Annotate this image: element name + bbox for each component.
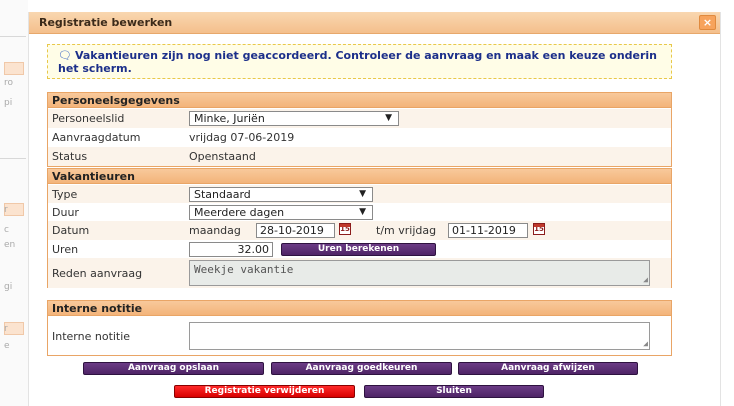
employee-label: Personeelslid — [52, 112, 125, 125]
background-text: r — [4, 205, 8, 215]
type-label: Type — [52, 188, 78, 201]
vacation-panel-heading: Vakantieuren — [48, 169, 671, 184]
request-date-row: Aanvraagdatum vrijdag 07-06-2019 — [48, 128, 671, 147]
status-value: Openstaand — [189, 150, 256, 163]
date-label: Datum — [52, 224, 90, 237]
approve-request-button[interactable]: Aanvraag goedkeuren — [271, 362, 452, 375]
employee-row: Personeelslid Minke, Juriën ▼ — [48, 109, 671, 128]
background-divider — [0, 158, 26, 159]
to-prefix: t/m vrijdag — [376, 224, 437, 237]
duration-row: Duur Meerdere dagen ▼ — [48, 203, 671, 221]
resize-grip-icon: ◢ — [643, 275, 648, 284]
notice-text: Vakantieuren zijn nog niet geaccordeerd.… — [58, 49, 658, 75]
background-text: c — [4, 225, 9, 235]
employee-select[interactable]: Minke, Juriën ▼ — [189, 111, 399, 126]
status-label: Status — [52, 150, 88, 163]
employee-select-value: Minke, Juriën — [194, 112, 265, 125]
status-row: Status Openstaand — [48, 147, 671, 166]
background-highlight — [4, 62, 24, 75]
date-row: Datum maandag 28-10-2019 15 t/m vrijdag … — [48, 221, 671, 240]
background-text: ro — [4, 78, 14, 88]
approval-notice: 🗨 Vakantieuren zijn nog niet geaccordeerd… — [47, 44, 672, 79]
chevron-down-icon: ▼ — [359, 189, 366, 199]
internal-note-panel: Interne notitie Interne notitie ◢ — [47, 300, 672, 356]
calculate-hours-button[interactable]: Uren berekenen — [281, 243, 436, 256]
info-icon: 🗨 — [58, 49, 72, 62]
edit-registration-dialog: Registratie bewerken × 🗨 Vakantieuren zij… — [28, 12, 721, 406]
background-divider — [0, 36, 26, 37]
close-button[interactable]: Sluiten — [364, 385, 544, 398]
calendar-icon[interactable]: 15 — [533, 223, 545, 235]
internal-note-heading: Interne notitie — [48, 301, 671, 316]
save-request-button[interactable]: Aanvraag opslaan — [83, 362, 264, 375]
internal-note-label: Interne notitie — [52, 330, 131, 343]
background-page: ro pi r c en gi r e — [0, 0, 28, 406]
background-text: pi — [4, 98, 13, 108]
delete-registration-button[interactable]: Registratie verwijderen — [174, 385, 355, 398]
employee-panel-heading: Personeelsgegevens — [48, 93, 671, 108]
reason-text: Weekje vakantie — [194, 263, 294, 276]
duration-label: Duur — [52, 206, 79, 219]
to-date-input[interactable]: 01-11-2019 — [448, 223, 528, 238]
chevron-down-icon: ▼ — [359, 207, 366, 217]
chevron-down-icon: ▼ — [385, 113, 392, 123]
internal-note-row: Interne notitie ◢ — [48, 317, 671, 355]
internal-note-textarea[interactable]: ◢ — [189, 322, 650, 350]
background-text: en — [4, 240, 16, 250]
reject-request-button[interactable]: Aanvraag afwijzen — [458, 362, 638, 375]
background-text: e — [4, 341, 10, 351]
from-day: maandag — [189, 224, 241, 237]
type-select[interactable]: Standaard ▼ — [189, 187, 373, 202]
hours-row: Uren 32.00 Uren berekenen — [48, 240, 671, 258]
request-date-label: Aanvraagdatum — [52, 131, 141, 144]
calendar-icon[interactable]: 15 — [339, 223, 351, 235]
resize-grip-icon: ◢ — [643, 339, 648, 348]
type-row: Type Standaard ▼ — [48, 185, 671, 203]
dialog-title: Registratie bewerken — [39, 16, 173, 29]
reason-row: Reden aanvraag Weekje vakantie ◢ — [48, 258, 671, 288]
vacation-panel: Vakantieuren Type Standaard ▼ Duur Meerd… — [47, 168, 672, 288]
duration-select-value: Meerdere dagen — [194, 206, 285, 219]
background-text: gi — [4, 282, 13, 292]
from-date-input[interactable]: 28-10-2019 — [256, 223, 335, 238]
reason-label: Reden aanvraag — [52, 267, 143, 280]
hours-input[interactable]: 32.00 — [189, 242, 273, 257]
close-icon[interactable]: × — [699, 15, 716, 30]
duration-select[interactable]: Meerdere dagen ▼ — [189, 205, 373, 220]
reason-textarea[interactable]: Weekje vakantie ◢ — [189, 260, 650, 286]
type-select-value: Standaard — [194, 188, 251, 201]
background-text: r — [4, 324, 8, 334]
employee-panel: Personeelsgegevens Personeelslid Minke, … — [47, 92, 672, 167]
hours-label: Uren — [52, 243, 79, 256]
dialog-titlebar[interactable]: Registratie bewerken × — [29, 12, 720, 34]
request-date-value: vrijdag 07-06-2019 — [189, 131, 295, 144]
